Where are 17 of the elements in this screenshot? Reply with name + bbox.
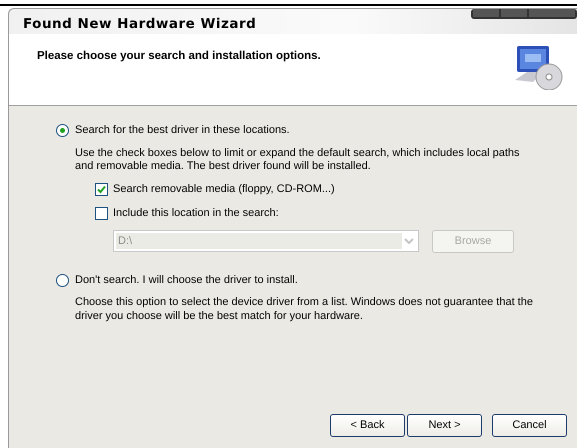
- option-label[interactable]: Search for the best driver in these locations.: [75, 122, 290, 138]
- window-controls-drawing[interactable]: [471, 9, 577, 20]
- computer-cd-icon: [513, 44, 565, 90]
- cancel-button[interactable]: Cancel: [492, 414, 567, 437]
- back-button[interactable]: < Back: [330, 414, 405, 437]
- checkbox[interactable]: [95, 207, 108, 220]
- radio-button[interactable]: [56, 124, 69, 137]
- radio-button[interactable]: [56, 274, 69, 287]
- checkbox-label[interactable]: Include this location in the search:: [113, 205, 279, 222]
- window-title: Found New Hardware Wizard: [23, 15, 256, 34]
- checkbox-label[interactable]: Search removable media (floppy, CD-ROM...): [113, 180, 335, 198]
- header-heading: Please choose your search and installation options.: [37, 49, 321, 64]
- checkbox[interactable]: [95, 182, 108, 196]
- next-button[interactable]: Next >: [407, 414, 482, 437]
- option-label[interactable]: Don't search. I will choose the driver to install.: [75, 272, 298, 288]
- option-description: Use the check boxes below to limit or expand the default search, which includes local paths and removable media. The best driver found will be installed.: [75, 146, 521, 173]
- option-description: Choose this option to select the device driver from a list. Windows does not guarantee that the driver you choose will be the best match for your hardware.: [75, 296, 534, 323]
